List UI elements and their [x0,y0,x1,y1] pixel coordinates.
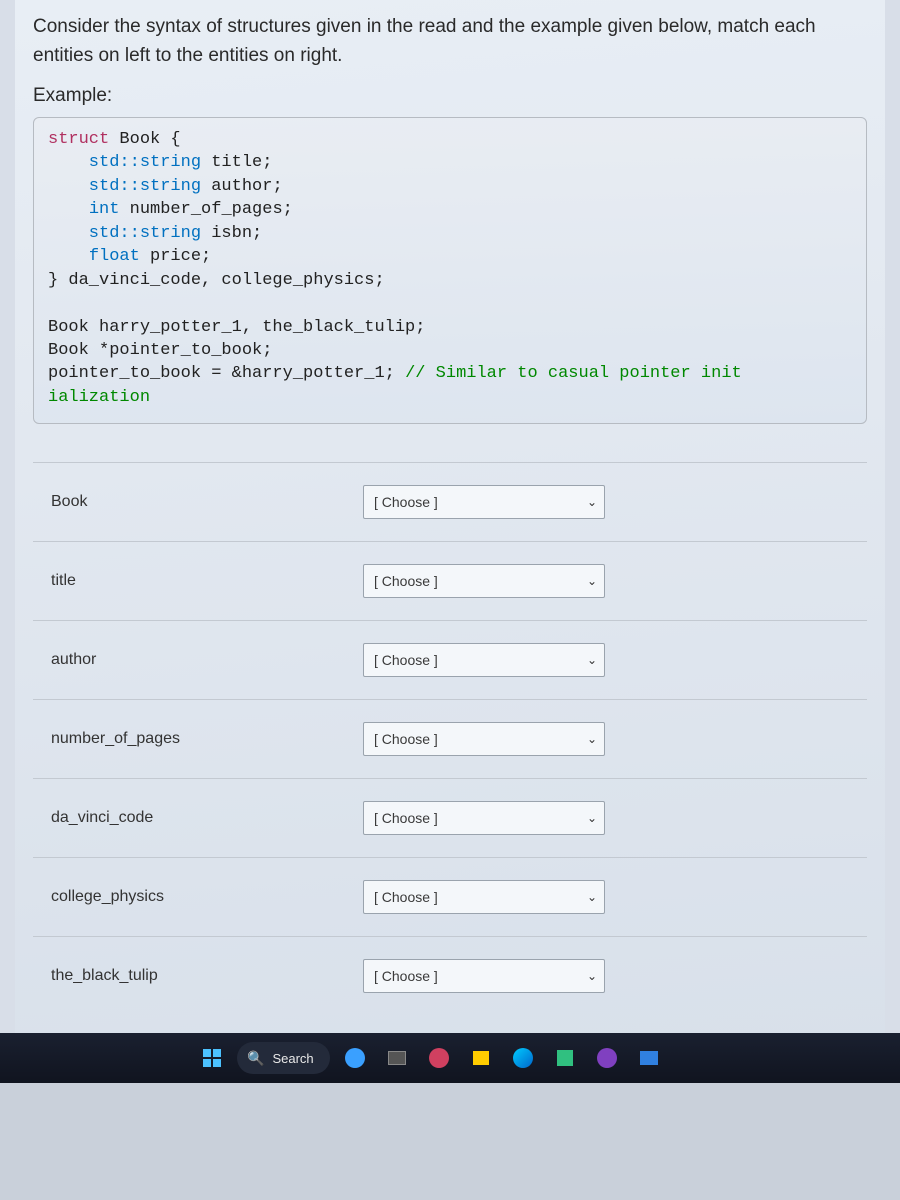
code-token: number_of_pages; [119,200,292,219]
code-token: title; [201,153,272,172]
match-label: the_black_tulip [33,967,363,985]
select-wrap: [ Choose ] ⌄ [363,643,605,677]
code-token: std::string [48,224,201,243]
start-button[interactable] [195,1041,229,1075]
match-select[interactable]: [ Choose ] [363,564,605,598]
taskbar-app-icon[interactable] [506,1041,540,1075]
match-select[interactable]: [ Choose ] [363,801,605,835]
match-label: Book [33,493,363,511]
taskbar-app-icon[interactable] [548,1041,582,1075]
match-row: the_black_tulip [ Choose ] ⌄ [33,936,867,1015]
match-row: title [ Choose ] ⌄ [33,541,867,620]
match-label: author [33,651,363,669]
search-label: Search [272,1051,313,1066]
code-token: pointer_to_book = &harry_potter_1; [48,364,405,383]
select-wrap: [ Choose ] ⌄ [363,722,605,756]
taskbar-app-icon[interactable] [632,1041,666,1075]
example-label: Example: [33,85,867,107]
code-token: Book harry_potter_1, the_black_tulip; [48,318,425,337]
match-row: author [ Choose ] ⌄ [33,620,867,699]
match-label: college_physics [33,888,363,906]
code-token: Book { [109,130,180,149]
code-token: isbn; [201,224,262,243]
code-token: author; [201,177,283,196]
match-row: Book [ Choose ] ⌄ [33,462,867,541]
code-token: std::string [48,153,201,172]
code-token [48,247,89,266]
taskbar-app-icon[interactable] [338,1041,372,1075]
select-wrap: [ Choose ] ⌄ [363,959,605,993]
code-token: ialization [48,388,150,407]
windows-taskbar: 🔍 Search [0,1033,900,1083]
page-background-fill [0,1083,900,1200]
code-token: } da_vinci_code, college_physics; [48,271,385,290]
match-select[interactable]: [ Choose ] [363,959,605,993]
code-token: int [89,200,120,219]
code-example-block: struct Book { std::string title; std::st… [33,117,867,424]
match-label: da_vinci_code [33,809,363,827]
taskbar-app-icon[interactable] [590,1041,624,1075]
code-token: // Similar to casual pointer init [405,364,742,383]
match-row: number_of_pages [ Choose ] ⌄ [33,699,867,778]
select-wrap: [ Choose ] ⌄ [363,564,605,598]
match-label: number_of_pages [33,730,363,748]
code-token [48,200,89,219]
quiz-page: Consider the syntax of structures given … [15,0,885,1065]
code-token: Book *pointer_to_book; [48,341,272,360]
code-token: struct [48,130,109,149]
select-wrap: [ Choose ] ⌄ [363,485,605,519]
code-pre: struct Book { std::string title; std::st… [48,128,852,409]
taskbar-app-icon[interactable] [422,1041,456,1075]
taskbar-app-icon[interactable] [380,1041,414,1075]
select-wrap: [ Choose ] ⌄ [363,801,605,835]
match-rows-container: Book [ Choose ] ⌄ title [ Choose ] ⌄ aut… [33,462,867,1015]
match-select[interactable]: [ Choose ] [363,643,605,677]
taskbar-app-icon[interactable] [464,1041,498,1075]
instructions-text: Consider the syntax of structures given … [33,12,867,71]
match-row: college_physics [ Choose ] ⌄ [33,857,867,936]
match-row: da_vinci_code [ Choose ] ⌄ [33,778,867,857]
code-token: float [89,247,140,266]
match-select[interactable]: [ Choose ] [363,880,605,914]
code-token: price; [140,247,211,266]
match-select[interactable]: [ Choose ] [363,722,605,756]
code-token: std::string [48,177,201,196]
match-select[interactable]: [ Choose ] [363,485,605,519]
search-icon: 🔍 [247,1050,264,1067]
taskbar-search[interactable]: 🔍 Search [237,1042,330,1074]
windows-icon [203,1049,221,1067]
match-label: title [33,572,363,590]
select-wrap: [ Choose ] ⌄ [363,880,605,914]
